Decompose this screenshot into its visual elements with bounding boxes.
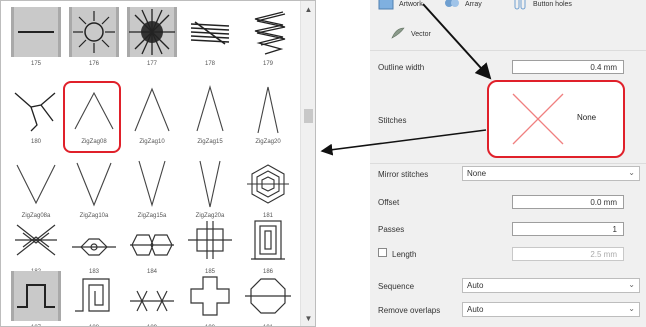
outline-width-label: Outline width: [378, 63, 425, 72]
pattern-thumbnail: [185, 215, 235, 265]
pattern-caption: 175: [30, 61, 41, 67]
vector-label: Vector: [411, 30, 431, 38]
pattern-thumbnail: [185, 271, 235, 321]
pattern-thumbnail: [185, 85, 235, 135]
mirror-stitches-label: Mirror stitches: [378, 170, 429, 179]
pattern-zigzag10[interactable]: ZigZag10: [123, 81, 181, 155]
pattern-caption: ZigZag15: [197, 139, 223, 145]
stitches-selector[interactable]: None: [487, 80, 625, 158]
pattern-thumbnail: [243, 7, 293, 57]
vector-tool[interactable]: Vector: [390, 26, 431, 42]
pattern-189[interactable]: 189: [123, 267, 181, 326]
pattern-caption: ZigZag10: [139, 139, 165, 145]
sequence-value: Auto: [467, 281, 484, 290]
artwork-icon: [378, 0, 394, 12]
sequence-label: Sequence: [378, 282, 415, 291]
pattern-thumbnail: [243, 159, 293, 209]
pattern-thumbnail: [11, 271, 61, 321]
artwork-tool[interactable]: Artwork: [378, 0, 423, 12]
pattern-caption: 180: [30, 139, 41, 145]
mirror-stitches-value: None: [467, 169, 487, 178]
length-input[interactable]: 2.5 mm: [512, 247, 624, 261]
pattern-thumbnail: [243, 271, 293, 321]
selected-pattern-highlight: [63, 81, 121, 153]
scroll-down-icon[interactable]: ▼: [304, 314, 313, 323]
scrollbar-thumb[interactable]: [304, 109, 313, 123]
array-label: Array: [465, 0, 482, 8]
divider: [370, 163, 646, 164]
chevron-down-icon: ⌄: [628, 168, 635, 177]
pattern-thumbnail: [185, 159, 235, 209]
stitch-preview-icon: [512, 93, 564, 145]
pattern-thumbnail: [11, 85, 61, 135]
mirror-stitches-select[interactable]: None ⌄: [462, 166, 640, 181]
buttonholes-tool[interactable]: Button holes: [512, 0, 572, 12]
buttonhole-icon: [512, 0, 528, 12]
pattern-180[interactable]: 180: [7, 81, 65, 155]
pattern-190[interactable]: 190: [181, 267, 239, 326]
length-checkbox[interactable]: [378, 248, 387, 257]
chevron-down-icon: ⌄: [628, 280, 635, 289]
pattern-thumbnail: [11, 159, 61, 209]
pattern-179[interactable]: 179: [239, 3, 297, 77]
pattern-caption: 176: [88, 61, 99, 67]
pattern-175[interactable]: 175: [7, 3, 65, 77]
outline-width-input[interactable]: 0.4 mm: [512, 60, 624, 74]
pattern-thumbnail: [127, 159, 177, 209]
stitch-properties-panel: Artwork Array Button holes Vector Outlin…: [370, 0, 646, 327]
pattern-thumbnail: [69, 159, 119, 209]
stitches-label: Stitches: [378, 116, 407, 125]
divider: [370, 50, 646, 51]
sequence-select[interactable]: Auto ⌄: [462, 278, 640, 293]
pattern-188[interactable]: 188: [65, 267, 123, 326]
vector-icon: [390, 26, 406, 42]
remove-overlaps-select[interactable]: Auto ⌄: [462, 302, 640, 317]
pattern-176[interactable]: 176: [65, 3, 123, 77]
pattern-caption: 179: [262, 61, 273, 67]
pattern-191[interactable]: 191: [239, 267, 297, 326]
pattern-187[interactable]: 187: [7, 267, 65, 326]
array-icon: [444, 0, 460, 12]
pattern-caption: 178: [204, 61, 215, 67]
pattern-thumbnail: [243, 85, 293, 135]
pattern-thumbnail: [11, 7, 61, 57]
stitches-value: None: [577, 113, 597, 122]
pattern-zigzag20[interactable]: ZigZag20: [239, 81, 297, 155]
passes-label: Passes: [378, 225, 405, 234]
remove-overlaps-value: Auto: [467, 305, 484, 314]
pattern-thumbnail: [69, 7, 119, 57]
pattern-thumbnail: [11, 215, 61, 265]
pattern-thumbnail: [127, 85, 177, 135]
passes-input[interactable]: 1: [512, 222, 624, 236]
vertical-scrollbar[interactable]: ▲ ▼: [300, 1, 315, 326]
pattern-thumbnail: [69, 271, 119, 321]
pattern-thumbnail: [185, 7, 235, 57]
pattern-zigzag15[interactable]: ZigZag15: [181, 81, 239, 155]
scroll-up-icon[interactable]: ▲: [304, 5, 313, 14]
offset-label: Offset: [378, 198, 400, 207]
pattern-caption: 177: [146, 61, 157, 67]
array-tool[interactable]: Array: [444, 0, 482, 12]
pattern-thumbnail: [127, 7, 177, 57]
length-label: Length: [392, 250, 417, 259]
remove-overlaps-label: Remove overlaps: [378, 306, 441, 315]
artwork-label: Artwork: [399, 0, 423, 8]
chevron-down-icon: ⌄: [628, 304, 635, 313]
offset-input[interactable]: 0.0 mm: [512, 195, 624, 209]
pattern-thumbnail: [127, 215, 177, 265]
pattern-177[interactable]: 177: [123, 3, 181, 77]
pattern-178[interactable]: 178: [181, 3, 239, 77]
buttonholes-label: Button holes: [533, 0, 572, 8]
pattern-thumbnail: [243, 215, 293, 265]
stitch-pattern-gallery: 175 176 177 178 179 180 ZigZag08 ZigZag1…: [0, 0, 316, 327]
pattern-thumbnail: [127, 271, 177, 321]
pattern-thumbnail: [69, 215, 119, 265]
pattern-caption: ZigZag20: [255, 139, 281, 145]
